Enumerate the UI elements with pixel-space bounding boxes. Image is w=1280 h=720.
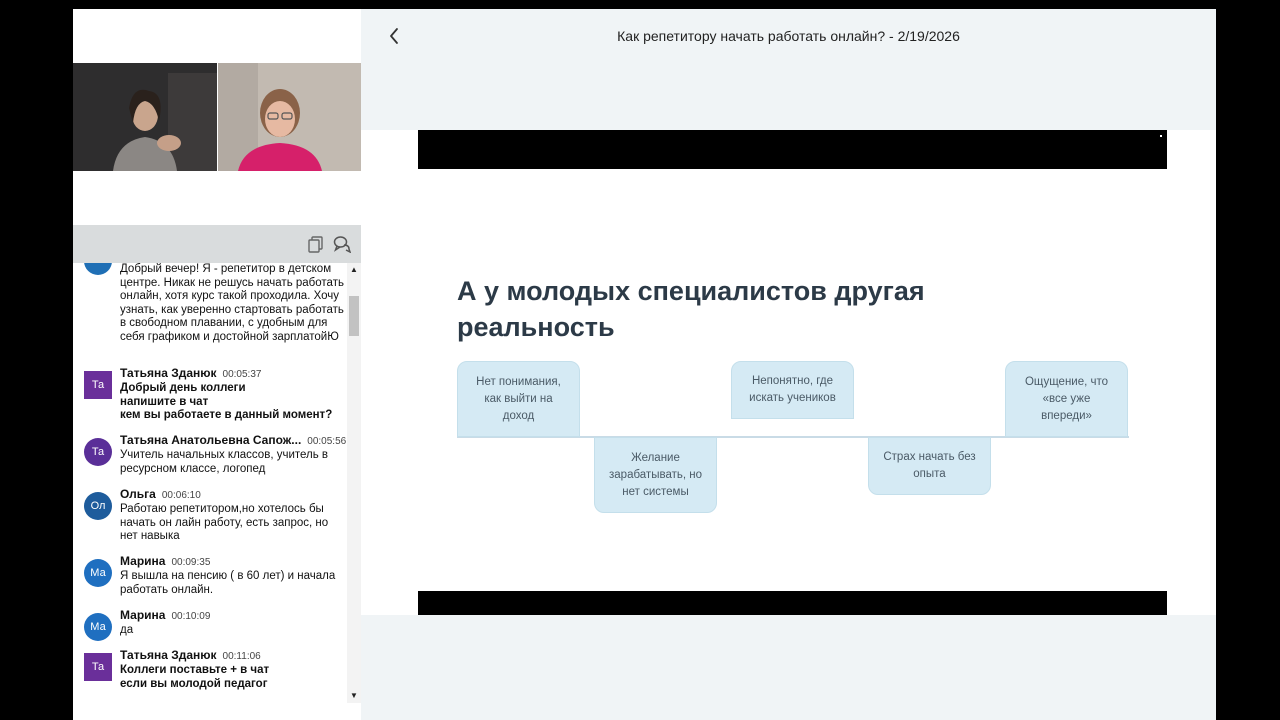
author-name: Татьяна Зданюк	[120, 366, 217, 380]
scroll-up-arrow-icon[interactable]: ▲	[350, 265, 358, 274]
message-time: 00:10:09	[171, 611, 211, 622]
chat-message-author: Ольга 00:06:10	[120, 487, 201, 501]
chat-message-author: Татьяна Зданюк 00:11:06	[120, 648, 261, 662]
chat-toolbar	[73, 225, 361, 263]
scrollbar-thumb[interactable]	[349, 296, 359, 336]
letterbox-dot	[1160, 135, 1162, 137]
chat-message-text: Я вышла на пенсию ( в 60 лет) и начала р…	[120, 570, 336, 596]
avatar	[84, 263, 112, 275]
message-time: 00:06:10	[161, 490, 201, 501]
chat-bubbles-icon[interactable]	[333, 235, 351, 253]
avatar: Та	[84, 438, 112, 466]
scroll-down-arrow-icon[interactable]: ▼	[350, 691, 358, 700]
message-time: 00:05:56	[307, 436, 347, 447]
chat-message-author: Татьяна Анатольевна Сапож... 00:05:56	[120, 433, 346, 447]
message-time: 00:09:35	[171, 557, 211, 568]
left-panel: Добрый вечер! Я - репетитор в детском це…	[73, 9, 361, 720]
video-tile-participant-1[interactable]	[73, 63, 217, 171]
avatar: Та	[84, 653, 112, 681]
message-time: 00:11:06	[222, 651, 261, 662]
page-title: Как репетитору начать работать онлайн? -…	[617, 28, 960, 44]
slide-box-4: Страх начать без опыта	[868, 437, 991, 495]
participant-2-video-frame	[217, 63, 361, 171]
message-time: 00:05:37	[222, 369, 262, 380]
video-tile-participant-2[interactable]	[216, 63, 361, 171]
copy-icon[interactable]	[307, 235, 325, 253]
chat-message-list[interactable]: Добрый вечер! Я - репетитор в детском це…	[73, 263, 347, 703]
author-name: Татьяна Зданюк	[120, 648, 217, 662]
slide-box-1: Нет понимания, как выйти на доход	[457, 361, 580, 437]
chat-message-text: Добрый день коллеги напишите в чат кем в…	[120, 382, 333, 421]
avatar: Ма	[84, 613, 112, 641]
slide-box-2: Желание зарабатывать, но нет системы	[594, 437, 717, 513]
chat-message-text: Работаю репетитором,но хотелось бы начат…	[120, 503, 329, 542]
chat-scrollbar[interactable]: ▲ ▼	[347, 263, 361, 703]
avatar: Та	[84, 371, 112, 399]
chat-message-text: Добрый вечер! Я - репетитор в детском це…	[120, 263, 344, 343]
slide-box-5: Ощущение, что «все уже впереди»	[1005, 361, 1128, 437]
chat-message-author: Татьяна Зданюк 00:05:37	[120, 366, 261, 380]
letterbox-top	[418, 130, 1167, 169]
chat-message-text: Учитель начальных классов, учитель в рес…	[120, 449, 329, 475]
video-strip	[73, 63, 361, 171]
meeting-app: Добрый вечер! Я - репетитор в детском це…	[73, 9, 1216, 720]
letterbox-bottom	[418, 591, 1167, 615]
slide-box-3: Непонятно, где искать учеников	[731, 361, 854, 419]
author-name: Марина	[120, 608, 166, 622]
author-name: Татьяна Анатольевна Сапож...	[120, 433, 302, 447]
author-name: Ольга	[120, 487, 156, 501]
avatar: Ма	[84, 559, 112, 587]
avatar: Ол	[84, 492, 112, 520]
presentation-panel: Как репетитору начать работать онлайн? -…	[361, 9, 1216, 720]
chat-message-text: да	[120, 624, 134, 636]
slide-viewer: А у молодых специалистов другая реальнос…	[361, 130, 1216, 615]
chat-message-author: Марина 00:10:09	[120, 608, 210, 622]
participant-1-video-frame	[73, 63, 217, 171]
chat-message-text: Коллеги поставьте + в чат если вы молодо…	[120, 664, 270, 690]
slide-heading: А у молодых специалистов другая реальнос…	[457, 276, 925, 342]
chat-message-author: Марина 00:09:35	[120, 554, 210, 568]
author-name: Марина	[120, 554, 166, 568]
